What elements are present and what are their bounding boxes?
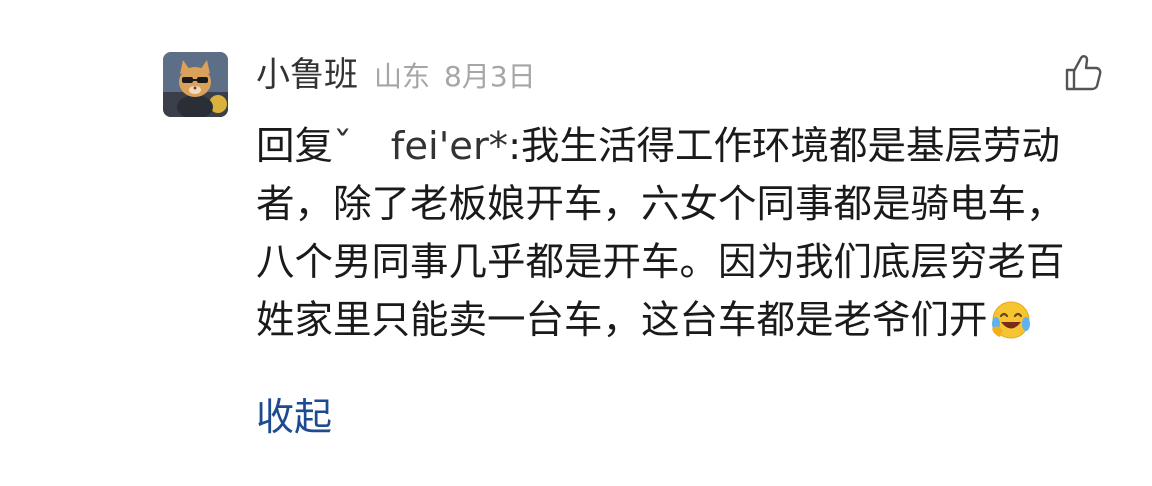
laughing-crying-emoji-icon [990,299,1032,341]
comment-body: 回复ˇ fei'er*:我生活得工作环境都是基层劳动者，除了老板娘开车，六女个同… [256,118,1086,350]
comment-item: 小鲁班 山东 8月3日 回复ˇ fei'er*:我生活得工作环境都是基层劳动者，… [0,0,1152,486]
username[interactable]: 小鲁班 [256,50,358,100]
cat-avatar-icon [163,52,228,117]
like-button[interactable] [1062,52,1104,94]
thumbs-up-icon [1065,55,1102,91]
comment-header: 小鲁班 山东 8月3日 [256,50,536,100]
location: 山东 [374,60,431,93]
user-avatar[interactable] [163,52,228,117]
reply-target[interactable]: ˇ fei'er* [333,124,508,169]
reply-separator: : [508,124,522,169]
collapse-button[interactable]: 收起 [256,388,332,446]
comment-date: 8月3日 [444,60,536,93]
reply-prefix: 回复 [256,124,334,169]
